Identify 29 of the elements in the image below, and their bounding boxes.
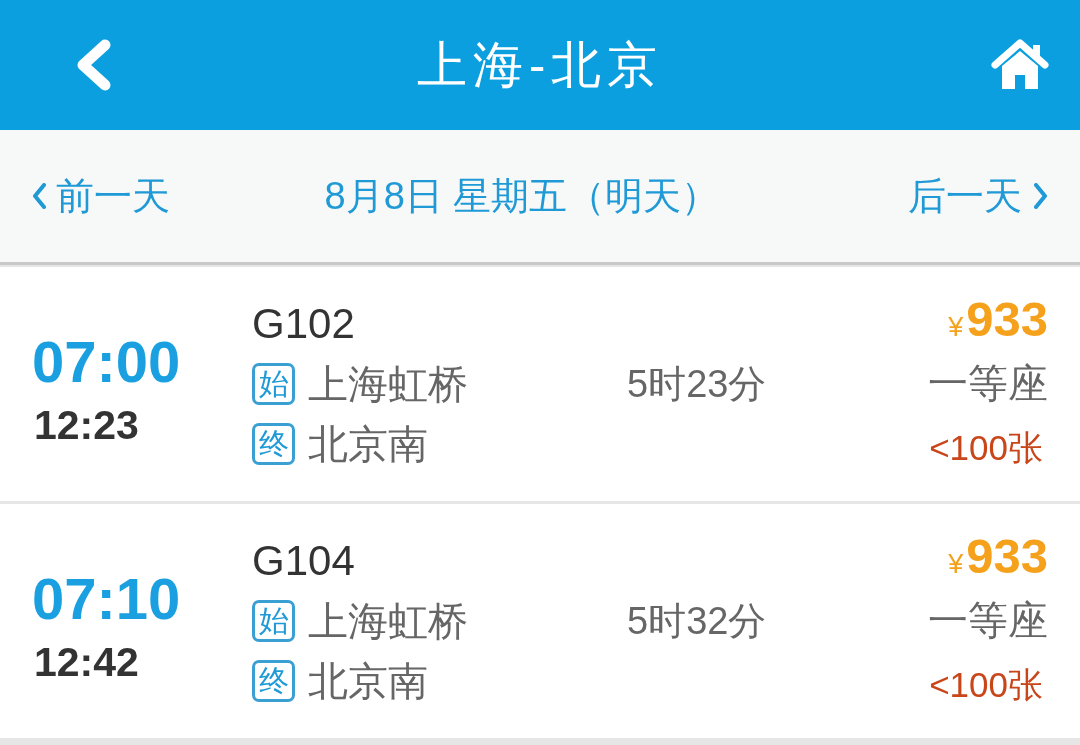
duration: 5时23分 [627, 365, 767, 403]
window-title: 上海-北京 [416, 40, 664, 90]
destination-station: 北京南 [308, 424, 428, 464]
price: ¥933 [948, 528, 1048, 585]
duration: 5时32分 [627, 602, 767, 640]
seat-class: 一等座 [928, 597, 1048, 644]
train-row[interactable]: 07:10 12:42 G104 始 上海虹桥 终 北京南 5时32分 ¥933 一等座 <100张 [0, 504, 1080, 738]
train-number: G104 [252, 536, 355, 586]
arrival-time: 12:23 [33, 401, 139, 450]
chevron-left-icon [32, 183, 46, 209]
arrival-time: 12:42 [33, 638, 139, 687]
train-row[interactable]: 07:00 12:23 G102 始 上海虹桥 终 北京南 5时23分 ¥933 一等座 <100张 [0, 267, 1080, 501]
origin-tag: 始 [252, 600, 295, 642]
ticket-availability: <100张 [929, 426, 1044, 469]
origin-station: 上海虹桥 [308, 601, 468, 641]
departure-time: 07:10 [32, 565, 181, 633]
chevron-right-icon [1034, 183, 1048, 209]
destination-tag: 终 [252, 660, 295, 702]
home-icon [991, 39, 1049, 91]
origin-tag: 始 [252, 363, 295, 405]
destination-tag: 终 [252, 423, 295, 465]
price: ¥933 [948, 291, 1048, 348]
origin-station: 上海虹桥 [308, 364, 468, 404]
current-date: 8月8日 星期五（明天） [324, 177, 720, 215]
seat-class: 一等座 [928, 360, 1048, 407]
destination-station: 北京南 [308, 661, 428, 701]
departure-time: 07:00 [32, 328, 181, 396]
train-number: G102 [252, 299, 355, 349]
ticket-availability: <100张 [929, 663, 1044, 706]
